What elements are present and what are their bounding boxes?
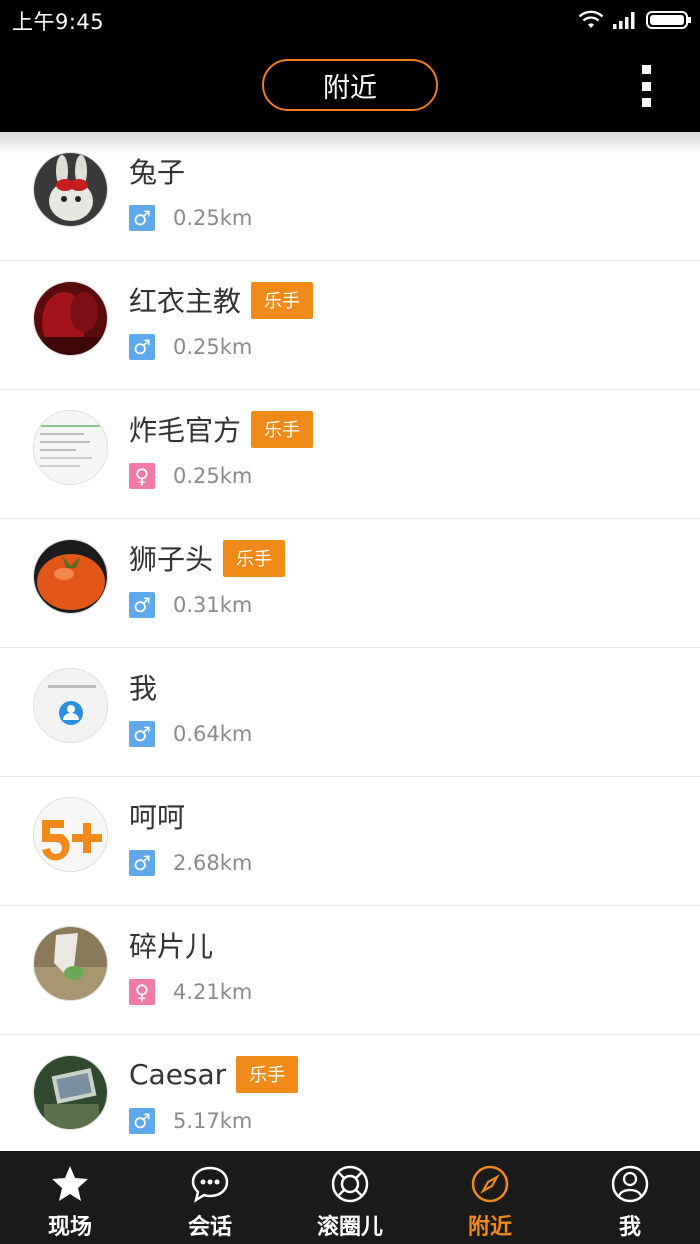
user-icon bbox=[611, 1165, 649, 1203]
compass-icon bbox=[471, 1165, 509, 1203]
name-line: 狮子头 乐手 bbox=[129, 538, 286, 578]
tab-circle[interactable]: 滚圈儿 bbox=[280, 1151, 420, 1244]
list-item[interactable]: 碎片儿 ♀ 4.21km bbox=[0, 906, 700, 1035]
user-name: 炸毛官方 bbox=[129, 414, 242, 447]
user-name: 碎片儿 bbox=[129, 930, 214, 963]
avatar[interactable] bbox=[33, 1055, 108, 1130]
musician-badge: 乐手 bbox=[223, 539, 286, 577]
nearby-people-list[interactable]: 兔子 ♂ 0.25km 红衣主教 乐手 ♂ 0.25km 炸毛官方 乐手 ♀ 0… bbox=[0, 132, 700, 1151]
signal-icon bbox=[613, 12, 635, 29]
avatar[interactable] bbox=[33, 797, 108, 872]
user-name: 兔子 bbox=[129, 156, 186, 189]
name-line: 红衣主教 乐手 bbox=[129, 280, 314, 320]
name-line: Caesar 乐手 bbox=[129, 1054, 299, 1094]
name-line: 碎片儿 bbox=[129, 925, 213, 965]
avatar[interactable] bbox=[33, 668, 108, 743]
top-header: 附近 bbox=[0, 40, 700, 132]
list-item[interactable]: 我 ♂ 0.64km bbox=[0, 648, 700, 777]
tab-me[interactable]: 我 bbox=[560, 1151, 700, 1244]
wifi-icon bbox=[578, 10, 604, 28]
female-icon: ♀ bbox=[129, 463, 155, 489]
tab-chat[interactable]: 会话 bbox=[140, 1151, 280, 1244]
male-icon: ♂ bbox=[129, 592, 155, 618]
distance: 0.25km bbox=[173, 335, 253, 359]
lifebuoy-icon bbox=[331, 1165, 369, 1203]
distance: 2.68km bbox=[173, 851, 253, 875]
meta-line: ♂ 0.64km bbox=[129, 720, 252, 748]
male-icon: ♂ bbox=[129, 334, 155, 360]
distance: 0.25km bbox=[173, 206, 253, 230]
list-item[interactable]: 红衣主教 乐手 ♂ 0.25km bbox=[0, 261, 700, 390]
male-icon: ♂ bbox=[129, 850, 155, 876]
user-name: 狮子头 bbox=[129, 543, 214, 576]
tab-label: 附近 bbox=[467, 1215, 512, 1240]
status-bar: 上午9:45 bbox=[0, 0, 700, 40]
avatar[interactable] bbox=[33, 410, 108, 485]
tab-label: 滚圈儿 bbox=[316, 1215, 383, 1240]
tab-nearby[interactable]: 附近 bbox=[420, 1151, 560, 1244]
list-item[interactable]: Caesar 乐手 ♂ 5.17km bbox=[0, 1035, 700, 1151]
name-line: 呵呵 bbox=[129, 796, 185, 836]
tab-live[interactable]: 现场 bbox=[0, 1151, 140, 1244]
meta-line: ♂ 0.31km bbox=[129, 591, 252, 619]
meta-line: ♂ 2.68km bbox=[129, 849, 252, 877]
status-time: 上午9:45 bbox=[12, 10, 105, 34]
chat-bubble-icon bbox=[191, 1166, 229, 1203]
name-line: 炸毛官方 乐手 bbox=[129, 409, 314, 449]
distance: 0.25km bbox=[173, 464, 253, 488]
avatar[interactable] bbox=[33, 152, 108, 227]
status-icons bbox=[578, 8, 692, 32]
meta-line: ♀ 4.21km bbox=[129, 978, 252, 1006]
meta-line: ♂ 0.25km bbox=[129, 204, 252, 232]
more-menu-icon[interactable] bbox=[640, 65, 652, 107]
musician-badge: 乐手 bbox=[236, 1055, 299, 1093]
user-name: Caesar bbox=[129, 1057, 227, 1091]
user-name: 呵呵 bbox=[129, 801, 186, 834]
user-name: 我 bbox=[129, 672, 158, 705]
avatar[interactable] bbox=[33, 539, 108, 614]
distance: 0.64km bbox=[173, 722, 253, 746]
battery-icon bbox=[646, 11, 691, 29]
header-shadow bbox=[0, 132, 700, 154]
nearby-filter-button[interactable]: 附近 bbox=[262, 59, 438, 111]
musician-badge: 乐手 bbox=[251, 281, 314, 319]
avatar[interactable] bbox=[33, 926, 108, 1001]
distance: 4.21km bbox=[173, 980, 253, 1004]
list-item[interactable]: 炸毛官方 乐手 ♀ 0.25km bbox=[0, 390, 700, 519]
name-line: 兔子 bbox=[129, 151, 185, 191]
tab-label: 现场 bbox=[47, 1215, 92, 1240]
meta-line: ♂ 5.17km bbox=[129, 1107, 252, 1135]
distance: 5.17km bbox=[173, 1109, 253, 1133]
male-icon: ♂ bbox=[129, 205, 155, 231]
star-icon bbox=[52, 1166, 88, 1201]
distance: 0.31km bbox=[173, 593, 253, 617]
meta-line: ♂ 0.25km bbox=[129, 333, 252, 361]
tab-label: 我 bbox=[618, 1215, 641, 1240]
musician-badge: 乐手 bbox=[251, 410, 314, 448]
male-icon: ♂ bbox=[129, 1108, 155, 1134]
avatar[interactable] bbox=[33, 281, 108, 356]
male-icon: ♂ bbox=[129, 721, 155, 747]
meta-line: ♀ 0.25km bbox=[129, 462, 252, 490]
list-item[interactable]: 呵呵 ♂ 2.68km bbox=[0, 777, 700, 906]
female-icon: ♀ bbox=[129, 979, 155, 1005]
user-name: 红衣主教 bbox=[129, 285, 242, 318]
name-line: 我 bbox=[129, 667, 157, 707]
list-item[interactable]: 狮子头 乐手 ♂ 0.31km bbox=[0, 519, 700, 648]
tab-label: 会话 bbox=[187, 1215, 232, 1240]
bottom-tab-bar: 现场 会话 滚圈儿 附近 我 bbox=[0, 1151, 700, 1244]
